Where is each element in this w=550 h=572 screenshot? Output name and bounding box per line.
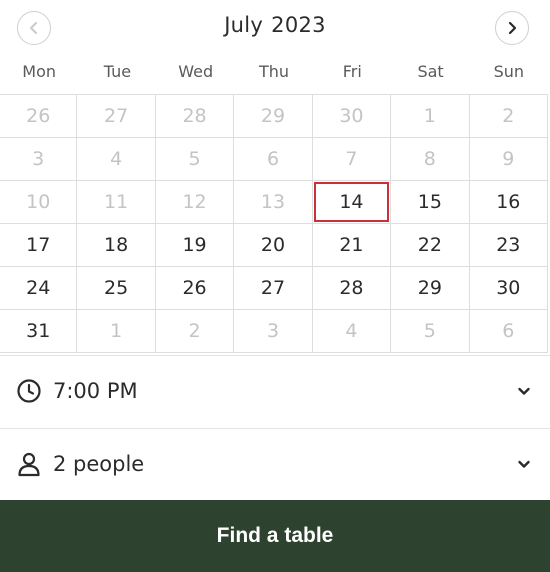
day-cell: 8 bbox=[391, 138, 470, 181]
reservation-widget: July 2023 Mon Tue Wed Thu Fri Sat Sun 26 27 28 29 3… bbox=[0, 0, 550, 572]
day-cell: 6 bbox=[469, 310, 548, 353]
chevron-down-icon bbox=[518, 460, 530, 468]
day-cell[interactable]: 22 bbox=[391, 224, 470, 267]
party-size-selector[interactable]: 2 people bbox=[0, 428, 550, 498]
day-cell[interactable]: 18 bbox=[77, 224, 156, 267]
day-cell[interactable]: 20 bbox=[234, 224, 313, 267]
day-cell: 3 bbox=[234, 310, 313, 353]
day-cell[interactable]: 30 bbox=[469, 267, 548, 310]
calendar-grid: 26 27 28 29 30 1 2 3 4 5 6 7 8 9 10 11 12 13 14 15 16 17 18 19 2… bbox=[0, 94, 548, 353]
clock-icon bbox=[17, 378, 41, 403]
day-cell[interactable]: 19 bbox=[155, 224, 235, 267]
day-cell[interactable]: 16 bbox=[469, 181, 548, 224]
chevron-down-icon bbox=[518, 387, 530, 395]
time-value: 7:00 PM bbox=[53, 378, 138, 403]
day-cell[interactable]: 29 bbox=[391, 267, 470, 310]
day-cell: 26 bbox=[0, 95, 78, 138]
day-cell: 6 bbox=[234, 138, 313, 181]
weekday-label: Tue bbox=[103, 62, 132, 81]
day-cell: 3 bbox=[0, 138, 78, 181]
day-cell: 5 bbox=[155, 138, 235, 181]
weekday-label: Fri bbox=[342, 62, 362, 81]
day-cell[interactable]: 23 bbox=[469, 224, 548, 267]
day-cell: 29 bbox=[234, 95, 313, 138]
day-cell[interactable]: 27 bbox=[234, 267, 313, 310]
day-cell: 12 bbox=[155, 181, 235, 224]
day-cell: 4 bbox=[312, 310, 392, 353]
time-selector[interactable]: 7:00 PM bbox=[0, 355, 550, 425]
day-cell: 4 bbox=[77, 138, 156, 181]
day-cell[interactable]: 15 bbox=[391, 181, 470, 224]
weekday-label: Sun bbox=[493, 62, 525, 81]
day-cell: 1 bbox=[391, 95, 470, 138]
day-cell[interactable]: 26 bbox=[155, 267, 235, 310]
day-cell: 11 bbox=[77, 181, 156, 224]
person-icon bbox=[18, 452, 40, 476]
day-cell: 30 bbox=[312, 95, 392, 138]
find-a-table-button[interactable]: Find a table bbox=[0, 500, 550, 572]
day-cell[interactable]: 25 bbox=[77, 267, 156, 310]
weekday-header: Mon Tue Wed Thu Fri Sat Sun bbox=[0, 62, 548, 88]
day-cell[interactable]: 24 bbox=[0, 267, 78, 310]
month-header: July 2023 bbox=[0, 0, 550, 56]
day-cell: 13 bbox=[234, 181, 313, 224]
day-cell: 1 bbox=[77, 310, 156, 353]
weekday-label: Wed bbox=[178, 62, 214, 81]
day-cell: 5 bbox=[391, 310, 470, 353]
weekday-label: Thu bbox=[258, 62, 290, 81]
selected-day-cell[interactable]: 14 bbox=[312, 181, 392, 224]
weekday-label: Mon bbox=[22, 62, 56, 81]
day-cell[interactable]: 17 bbox=[0, 224, 78, 267]
day-cell: 27 bbox=[77, 95, 156, 138]
year: 2023 bbox=[271, 13, 326, 37]
day-cell: 2 bbox=[155, 310, 235, 353]
day-cell[interactable]: 31 bbox=[0, 310, 78, 353]
weekday-label: Sat bbox=[417, 62, 444, 81]
month-title: July 2023 bbox=[0, 13, 550, 37]
day-cell: 10 bbox=[0, 181, 78, 224]
party-size-value: 2 people bbox=[53, 451, 145, 476]
day-cell[interactable]: 28 bbox=[312, 267, 392, 310]
day-cell: 9 bbox=[469, 138, 548, 181]
next-month-button[interactable] bbox=[495, 11, 529, 45]
day-cell: 28 bbox=[155, 95, 235, 138]
day-cell[interactable]: 21 bbox=[312, 224, 392, 267]
month-name: July bbox=[224, 13, 264, 37]
day-cell: 7 bbox=[312, 138, 392, 181]
day-cell: 2 bbox=[469, 95, 548, 138]
chevron-right-icon bbox=[508, 21, 517, 35]
